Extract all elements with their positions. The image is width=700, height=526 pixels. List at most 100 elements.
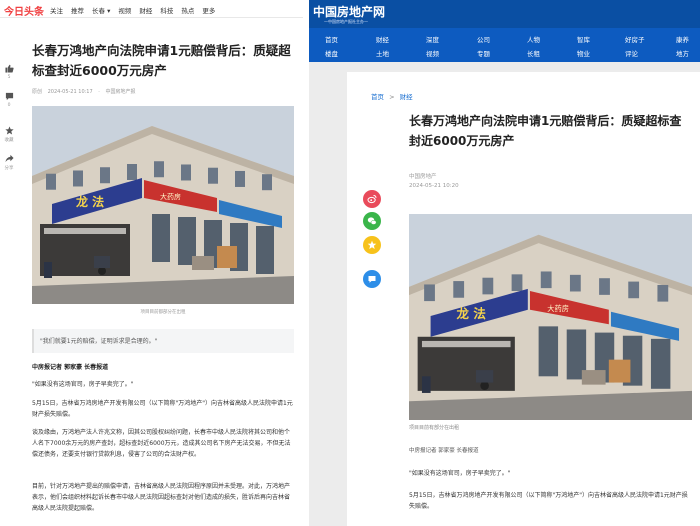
- share-wechat-button[interactable]: [363, 212, 381, 230]
- like-button[interactable]: 5: [0, 64, 18, 80]
- window: [127, 164, 137, 180]
- nav-depth[interactable]: 深度: [426, 34, 439, 44]
- article-byline: 中房报记者 郭家豪 长春报道: [32, 364, 109, 371]
- comment-count: 0: [7, 103, 11, 108]
- breadcrumb-finance[interactable]: 财经: [400, 93, 413, 101]
- site-header: 中国房地产网 —中国房地产报社主办—: [309, 0, 700, 28]
- shop-door: [256, 226, 274, 274]
- nav-home[interactable]: 首页: [325, 34, 338, 44]
- thumb-up-icon: [4, 64, 14, 73]
- window: [424, 284, 435, 302]
- nav-item-city[interactable]: 长春 ▾: [92, 5, 110, 15]
- photo-caption: 项目目前都部分在出租: [140, 310, 186, 315]
- nav-good-house[interactable]: 好房子: [625, 34, 645, 44]
- cardboard-boxes: [608, 359, 631, 383]
- nav-local[interactable]: 地方: [676, 48, 689, 58]
- nav-item-recommend[interactable]: 推荐: [71, 5, 84, 15]
- share-icon: [4, 154, 14, 163]
- scooter-wheel: [98, 267, 106, 275]
- like-count: 5: [7, 75, 11, 80]
- share-qq-button[interactable]: [363, 270, 381, 288]
- window: [540, 271, 552, 289]
- nav-healthcare[interactable]: 康养: [676, 34, 689, 44]
- sign-text-left: 龙 法: [76, 194, 104, 209]
- cardboard-boxes: [217, 246, 237, 268]
- nav-rental[interactable]: 长租: [527, 48, 540, 58]
- weibo-icon: [367, 195, 377, 204]
- favorite-button[interactable]: 收藏: [0, 126, 18, 143]
- share-weibo-button[interactable]: [363, 190, 381, 208]
- publish-time: 2024-05-21 10:17: [47, 89, 93, 95]
- article-meta: 原创 2024-05-21 10:17 · 中国房地产报: [32, 88, 139, 95]
- window: [154, 161, 164, 178]
- window: [208, 167, 218, 184]
- star-icon: [4, 126, 14, 135]
- nav-people[interactable]: 人物: [527, 34, 540, 44]
- qzone-icon: [367, 240, 377, 249]
- window: [511, 274, 523, 291]
- article-title: 长春万鸿地产向法院申请1元赔偿背后：质疑超标查封近6000万元房产: [32, 43, 291, 78]
- person: [44, 262, 52, 278]
- nav-property[interactable]: 物业: [577, 48, 590, 58]
- scooter-wheel: [480, 381, 489, 390]
- steps: [581, 370, 606, 385]
- article-quote: "我们就要1元的赔偿，证明诉求是合理的。": [32, 329, 294, 353]
- favorite-label: 收藏: [4, 138, 14, 143]
- article-source: 中国房地产: [409, 174, 437, 180]
- nav-item-follow[interactable]: 关注: [50, 5, 63, 15]
- paragraph-3: 谈及缘由，万鸿地产法人许兆文称，因其公司股权纠纷问题，长春市中级人民法院将其公司…: [32, 429, 291, 458]
- share-button[interactable]: 分享: [0, 154, 18, 171]
- window: [628, 281, 640, 299]
- comment-icon: [5, 92, 13, 101]
- nav-buildings[interactable]: 楼盘: [325, 48, 338, 58]
- nav-topics[interactable]: 专题: [477, 48, 490, 58]
- toutiao-article-panel: 今日头条 关注 推荐 长春 ▾ 视频 财经 科技 热点 更多 5 0 收藏 分享…: [0, 0, 303, 526]
- window: [46, 173, 56, 190]
- nav-company[interactable]: 公司: [477, 34, 490, 44]
- window: [482, 277, 494, 295]
- nav-land[interactable]: 土地: [376, 48, 389, 58]
- window: [569, 274, 581, 292]
- nav-item-tech[interactable]: 科技: [160, 5, 173, 15]
- window: [181, 164, 191, 181]
- nav-item-more[interactable]: 更多: [202, 5, 215, 15]
- window: [453, 281, 465, 298]
- shutter: [421, 340, 511, 348]
- share-qzone-button[interactable]: [363, 236, 381, 254]
- sign-text-center: 大药房: [160, 192, 181, 201]
- nav-item-finance[interactable]: 财经: [139, 5, 152, 15]
- window: [599, 278, 610, 295]
- scooter: [94, 256, 110, 268]
- author-name[interactable]: 中国房地产报: [105, 89, 135, 95]
- article-photo: 龙 法 大药房: [32, 106, 294, 304]
- comment-button[interactable]: 0: [0, 92, 18, 108]
- breadcrumb-home[interactable]: 首页: [371, 93, 384, 101]
- shop-door: [538, 326, 559, 377]
- window: [100, 167, 110, 184]
- sign-text-center: 大药房: [547, 304, 569, 313]
- channel-nav: 关注 推荐 长春 ▾ 视频 财经 科技 热点 更多: [50, 5, 215, 15]
- paragraph-1: "如果没有这场官司，房子早卖完了。": [32, 381, 134, 388]
- site-slogan: —中国房地产报社主办—: [324, 19, 368, 24]
- nav-item-video[interactable]: 视频: [118, 5, 131, 15]
- shutter: [44, 228, 126, 234]
- shop-door: [650, 338, 671, 389]
- paragraph-2: 5月15日，吉林省万鸿房地产开发有限公司（以下简称"万鸿地产"）向吉林省高级人民…: [32, 400, 293, 418]
- article-photo: 龙 法 大药房: [409, 214, 692, 420]
- scooter: [475, 370, 494, 383]
- paragraph-4: 目前，针对万鸿地产提出的赔偿申请，吉林省高级人民法院因程序原因并未受理。对此，万…: [32, 483, 291, 512]
- top-nav-bar: 今日头条 关注 推荐 长春 ▾ 视频 财经 科技 热点 更多: [0, 0, 303, 18]
- article-byline: 中房报记者 郭家豪 长春报道: [409, 448, 479, 454]
- site-logo[interactable]: 今日头条: [4, 3, 44, 18]
- nav-item-hot[interactable]: 热点: [181, 5, 194, 15]
- nav-think-tank[interactable]: 智库: [577, 34, 590, 44]
- steps: [192, 256, 214, 270]
- publish-time: 2024-05-21 10:20: [409, 183, 459, 189]
- share-label: 分享: [4, 166, 14, 171]
- article-quote: "如果没有这场官司，房子早卖完了。": [409, 470, 511, 477]
- fdc-article-panel: 中国房地产网 —中国房地产报社主办— 首页 财经 深度 公司 人物 智库 好房子…: [309, 0, 700, 526]
- nav-video[interactable]: 视频: [426, 48, 439, 58]
- nav-finance[interactable]: 财经: [376, 34, 389, 44]
- site-logo[interactable]: 中国房地产网: [313, 3, 385, 20]
- nav-comment[interactable]: 评论: [625, 48, 638, 58]
